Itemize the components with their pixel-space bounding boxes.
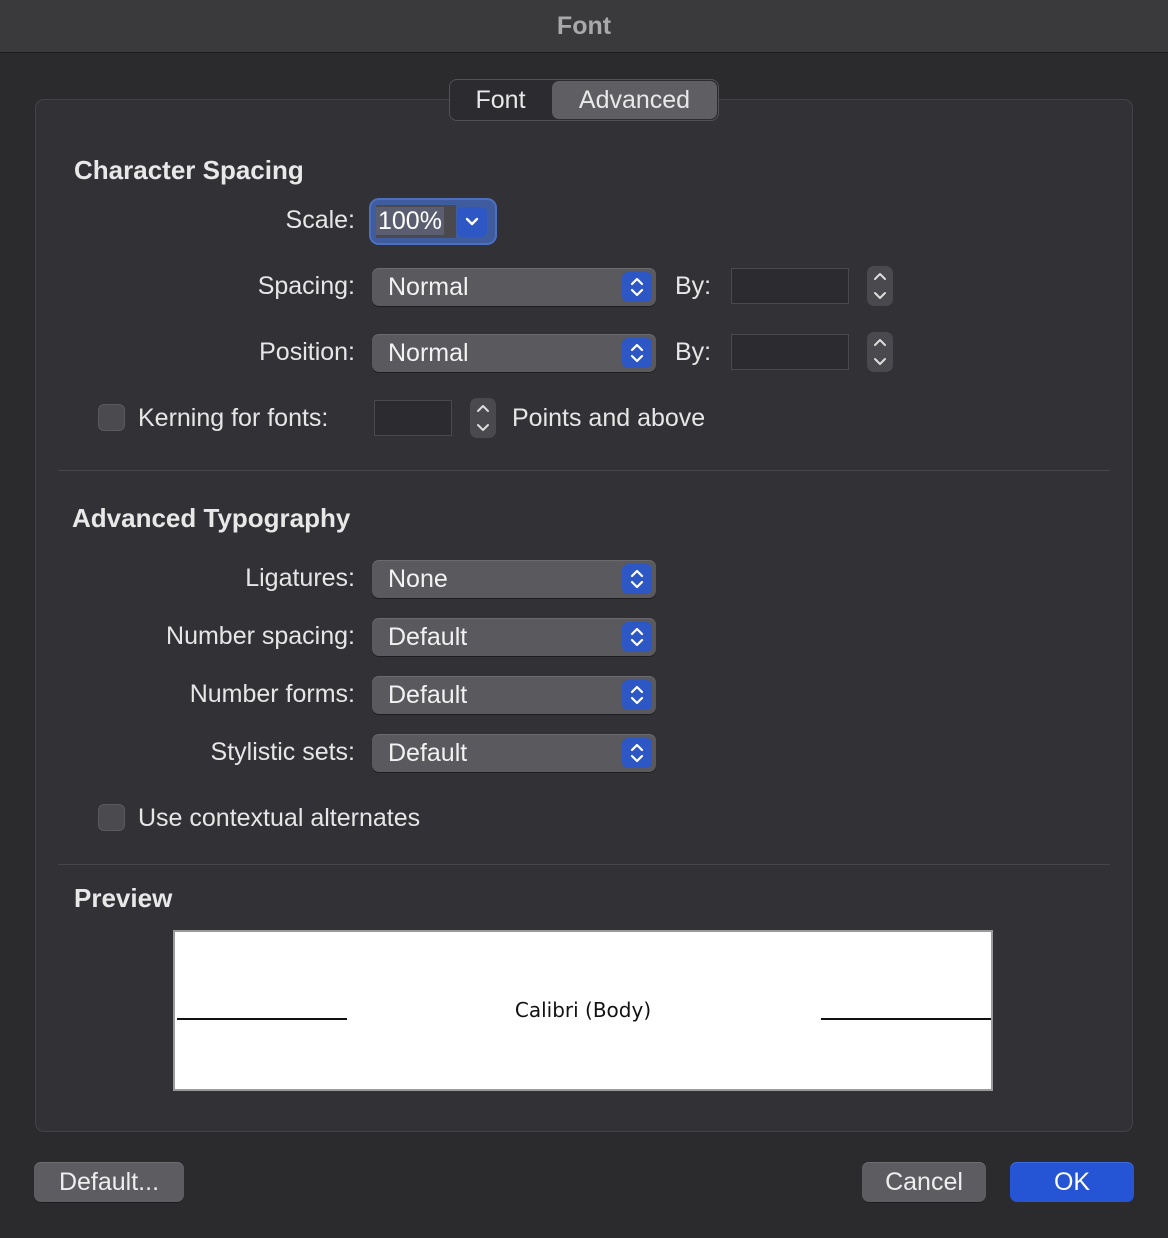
chevron-up-icon[interactable] [476, 403, 490, 413]
position-by-input[interactable] [731, 334, 849, 370]
position-by-stepper[interactable] [867, 332, 893, 372]
advanced-typography-heading: Advanced Typography [72, 503, 351, 533]
tab-font[interactable]: Font [450, 80, 551, 120]
stylistic-sets-label: Stylistic sets: [210, 738, 355, 766]
scale-dropdown-button[interactable] [457, 207, 487, 237]
chevron-up-icon[interactable] [873, 271, 887, 281]
chevron-down-icon[interactable] [873, 291, 887, 301]
number-spacing-popup[interactable]: Default [372, 618, 656, 656]
ligatures-popup[interactable]: None [372, 560, 656, 598]
ok-button[interactable]: OK [1010, 1162, 1134, 1202]
tab-control: Font Advanced [449, 79, 719, 121]
section-divider [58, 864, 1110, 865]
chevron-down-icon[interactable] [476, 423, 490, 433]
spacing-value: Normal [388, 273, 469, 301]
chevron-down-icon [465, 217, 479, 226]
kerning-suffix: Points and above [512, 404, 706, 432]
spacing-by-stepper[interactable] [867, 266, 893, 306]
tab-advanced[interactable]: Advanced [552, 81, 717, 119]
scale-label: Scale: [285, 206, 355, 234]
kerning-label: Kerning for fonts: [138, 404, 329, 432]
up-down-arrows-icon [622, 680, 652, 710]
position-value: Normal [388, 339, 469, 367]
number-forms-popup[interactable]: Default [372, 676, 656, 714]
chevron-down-icon[interactable] [873, 357, 887, 367]
number-forms-label: Number forms: [189, 680, 355, 708]
up-down-arrows-icon [622, 622, 652, 652]
ligatures-label: Ligatures: [245, 564, 355, 592]
kerning-input[interactable] [374, 400, 452, 436]
contextual-alternates-checkbox[interactable] [98, 804, 125, 831]
default-button[interactable]: Default... [34, 1162, 184, 1202]
up-down-arrows-icon [622, 338, 652, 368]
number-forms-value: Default [388, 681, 468, 709]
up-down-arrows-icon [622, 564, 652, 594]
position-by-label: By: [675, 338, 712, 366]
spacing-by-input[interactable] [731, 268, 849, 304]
window-title: Font [556, 11, 612, 40]
scale-input[interactable]: 100% [376, 205, 456, 238]
up-down-arrows-icon [622, 272, 652, 302]
section-divider [58, 470, 1110, 471]
stylistic-sets-value: Default [388, 739, 468, 767]
up-down-arrows-icon [622, 738, 652, 768]
contextual-alternates-label: Use contextual alternates [138, 804, 421, 832]
spacing-popup[interactable]: Normal [372, 268, 656, 306]
spacing-label: Spacing: [257, 272, 355, 300]
character-spacing-heading: Character Spacing [74, 155, 304, 185]
preview-heading: Preview [74, 883, 173, 913]
scale-combobox[interactable]: 100% [369, 198, 497, 245]
chevron-up-icon[interactable] [873, 337, 887, 347]
kerning-checkbox[interactable] [98, 404, 125, 431]
spacing-by-label: By: [675, 272, 712, 300]
title-bar: Font [0, 0, 1168, 53]
kerning-stepper[interactable] [470, 398, 496, 438]
preview-baseline-right [821, 1018, 991, 1020]
ligatures-value: None [388, 565, 448, 593]
number-spacing-value: Default [388, 623, 468, 651]
scale-value: 100% [376, 207, 444, 235]
stylistic-sets-popup[interactable]: Default [372, 734, 656, 772]
position-popup[interactable]: Normal [372, 334, 656, 372]
number-spacing-label: Number spacing: [166, 622, 355, 650]
preview-box: Calibri (Body) [173, 930, 993, 1091]
cancel-button[interactable]: Cancel [862, 1162, 986, 1202]
position-label: Position: [259, 338, 355, 366]
